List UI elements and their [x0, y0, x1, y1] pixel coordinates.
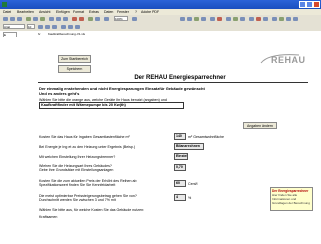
setting-field[interactable]: Einstell. [174, 153, 188, 160]
close-button[interactable] [313, 1, 320, 8]
minimize-button[interactable] [299, 1, 306, 8]
info-note-body: Hier finden Sie alle Informationen und G… [272, 193, 310, 205]
menu-item-format[interactable]: Format [73, 10, 84, 14]
toolbar-icon-9[interactable] [240, 17, 245, 21]
open-icon[interactable] [10, 17, 15, 21]
intro-line-2: Und es anders geht's [39, 91, 80, 96]
toolbar-icon-13[interactable] [272, 17, 277, 21]
info-note: Der Energiesparrechner Hier finden Sie a… [270, 187, 313, 211]
formula-input[interactable]: Kaufkraftberechnung-V1.xls [48, 32, 85, 36]
menu-item-window[interactable]: Fenster [117, 10, 129, 14]
start-area-button[interactable]: Zum Startbereich [58, 55, 91, 63]
menu-item-insert[interactable]: Einfügen [56, 10, 70, 14]
row-unit-0: m² Gesamtwohnfläche [188, 135, 224, 139]
underline-icon[interactable] [52, 25, 57, 29]
row-label-2: Mit welchen Einstellung Ihrer Heizungsbr… [39, 155, 116, 159]
font-size-select[interactable]: 10 [27, 24, 35, 29]
price-increase-field[interactable]: 4 [174, 194, 186, 201]
sort-asc-icon[interactable] [95, 17, 100, 21]
bottom-label: Kraftsamen [39, 215, 58, 219]
new-icon[interactable] [3, 17, 8, 21]
save-button[interactable]: Speichern [58, 65, 91, 73]
align-left-icon[interactable] [61, 25, 66, 29]
worksheet [0, 37, 321, 244]
copy-icon[interactable] [56, 17, 61, 21]
menu-item-view[interactable]: Ansicht [39, 10, 50, 14]
row-unit-4: Cent/l [188, 182, 198, 186]
change-inputs-button[interactable]: Angaben ändern [243, 122, 277, 129]
price-field[interactable]: 60 [174, 180, 186, 187]
menu-item-adobe-pdf[interactable]: Adobe PDF [141, 10, 159, 14]
fx-icon[interactable]: fx [38, 32, 40, 36]
excel-window: Datei Bearbeiten Ansicht Einfügen Format… [0, 0, 321, 244]
align-right-icon[interactable] [75, 25, 80, 29]
row-label-0: Kosten Sie das Haus für Ingaben Gesamtla… [39, 135, 130, 139]
print-icon[interactable] [26, 17, 31, 21]
toolbar-icon-4[interactable] [201, 17, 206, 21]
menu-item-data[interactable]: Daten [104, 10, 113, 14]
title-bar [0, 0, 321, 9]
heating-factor-field[interactable]: 0,70 [174, 164, 186, 171]
title-divider [38, 82, 308, 83]
row-label-5: Die meist optimierbar Preissteigerungsbe… [39, 194, 137, 202]
toolbar-icon-3[interactable] [194, 17, 199, 21]
app-icon [2, 2, 7, 7]
toolbar-icon-10[interactable] [249, 17, 254, 21]
cut-icon[interactable] [49, 17, 54, 21]
chart-icon[interactable] [104, 17, 109, 21]
menu-item-help[interactable]: ? [135, 10, 137, 14]
zoom-select[interactable]: 100% [114, 16, 128, 21]
rehau-wordmark: REHAU [271, 55, 306, 65]
page-title: Der REHAU Energiesparrechner [134, 75, 226, 81]
toolbar-icon-15[interactable] [286, 17, 291, 21]
save-icon[interactable] [17, 17, 22, 21]
standard-toolbar: 100% [0, 15, 321, 23]
rehau-logo: REHAU [259, 51, 306, 67]
maximize-button[interactable] [306, 1, 313, 8]
toolbar-icon-1[interactable] [180, 17, 185, 21]
toolbar-icon-6[interactable] [217, 17, 222, 21]
menu-item-edit[interactable]: Bearbeiten [17, 10, 34, 14]
toolbar-icon-2[interactable] [187, 17, 192, 21]
energy-calc-field[interactable]: Bilanzrechnen [174, 143, 204, 150]
italic-icon[interactable] [45, 25, 50, 29]
row-unit-5: % [188, 196, 192, 200]
menu-item-file[interactable]: Datei [3, 10, 11, 14]
toolbar-icon-11[interactable] [256, 17, 261, 21]
toolbar-icon-5[interactable] [210, 17, 215, 21]
toolbar-icon-16[interactable] [293, 17, 298, 21]
row-label-3: Wiehen Sie die Heizungsart Ihres Gebäude… [39, 164, 114, 172]
row-label-4: Kosten Sie die zum aktuellen Preis der E… [39, 179, 137, 187]
spelling-icon[interactable] [40, 17, 45, 21]
help-icon[interactable] [132, 17, 137, 21]
align-center-icon[interactable] [68, 25, 73, 29]
paste-icon[interactable] [63, 17, 68, 21]
undo-icon[interactable] [72, 17, 77, 21]
toolbar-icon-7[interactable] [226, 17, 231, 21]
formatting-toolbar: Arial 10 [0, 23, 321, 31]
toolbar-icon-12[interactable] [263, 17, 268, 21]
living-area-field[interactable]: 140 [174, 133, 186, 140]
bold-icon[interactable] [38, 25, 43, 29]
redo-icon[interactable] [79, 17, 84, 21]
heating-type-select[interactable]: Kaufkraftfinder mit Wärmepumpe bis 20 Kw… [39, 102, 184, 109]
row-label-1: Bei Energie je Ing et zu den Heizung unt… [39, 145, 136, 149]
font-name-select[interactable]: Arial [3, 24, 25, 29]
preview-icon[interactable] [33, 17, 38, 21]
sum-icon[interactable] [88, 17, 93, 21]
menu-item-tools[interactable]: Extras [89, 10, 99, 14]
toolbar-icon-14[interactable] [279, 17, 284, 21]
row-label-6: Wählen Sie bitte aus, für welche Kosten … [39, 208, 145, 212]
toolbar-icon-8[interactable] [233, 17, 238, 21]
